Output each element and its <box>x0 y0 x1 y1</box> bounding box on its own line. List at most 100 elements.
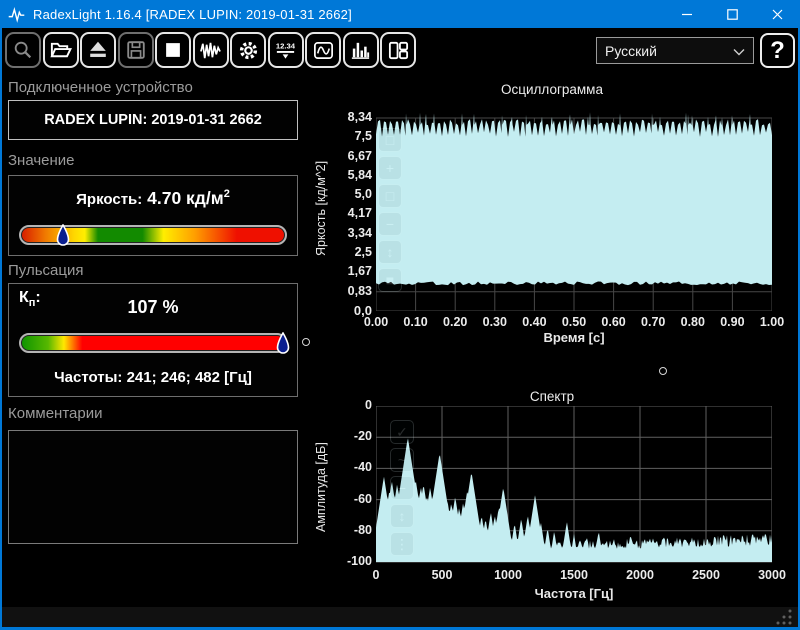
x-tick-label: 1500 <box>550 568 598 582</box>
bar-chart-icon <box>349 39 372 62</box>
reset-zoom-tool-button[interactable]: ■ <box>378 268 402 292</box>
pulsation-box: Кп: 107 % Частоты: 241; 246; 482 [Гц] <box>8 283 298 397</box>
pulsation-marker-icon <box>276 332 290 356</box>
zoom-out-tool-button[interactable]: − <box>378 212 402 236</box>
title-bar: RadexLight 1.16.4 [RADEX LUPIN: 2019-01-… <box>0 0 800 28</box>
open-folder-icon <box>49 39 72 62</box>
luminance-label: Яркость: <box>76 191 142 208</box>
luminance-scale-bar <box>19 225 287 245</box>
resize-grip[interactable] <box>762 607 794 627</box>
status-bar <box>2 607 798 627</box>
smoothing-tool-button[interactable]: ~ <box>390 448 414 472</box>
window-border-left <box>0 28 2 630</box>
spectrum-toolbar: ✓ ~ − ↕ ⋮ <box>390 420 414 556</box>
eject-icon <box>87 39 109 61</box>
help-button[interactable]: ? <box>760 33 795 68</box>
oscillogram-view-button[interactable] <box>193 32 229 68</box>
y-tick-label: 4,17 <box>306 206 372 220</box>
oscillogram-plot[interactable] <box>376 105 772 311</box>
window-title: RadexLight 1.16.4 [RADEX LUPIN: 2019-01-… <box>33 7 352 22</box>
measurement-display-button[interactable]: 12.34 <box>268 32 304 68</box>
y-tick-label: 5,0 <box>306 187 372 201</box>
spectrum-title: Спектр <box>312 389 792 404</box>
device-name: RADEX LUPIN: 2019-01-31 2662 <box>44 112 262 128</box>
zoom-button[interactable] <box>5 32 41 68</box>
spectrum-plot[interactable] <box>376 406 772 564</box>
wave-box-icon <box>312 39 335 62</box>
luminance-reading: Яркость: 4.70 кд/м2 <box>9 188 297 209</box>
x-tick-label: 2500 <box>682 568 730 582</box>
band-tool-button[interactable]: □ <box>378 184 402 208</box>
pan-tool-button[interactable]: ↕ <box>378 240 402 264</box>
comments-section-label: Комментарии <box>8 405 298 422</box>
pulsation-scale-bar <box>19 333 287 353</box>
app-window: RadexLight 1.16.4 [RADEX LUPIN: 2019-01-… <box>0 0 800 630</box>
comments-box <box>8 430 298 544</box>
layout-button[interactable] <box>380 32 416 68</box>
zoom-in-tool-button[interactable]: + <box>378 156 402 180</box>
value-section-label: Значение <box>8 152 298 169</box>
comments-input[interactable] <box>9 431 297 543</box>
stop-icon <box>162 39 184 61</box>
x-tick-label: 1000 <box>484 568 532 582</box>
help-label: ? <box>770 37 785 65</box>
x-tick-label: 1.00 <box>748 315 796 329</box>
spectrum-xlabel: Частота [Гц] <box>474 586 674 601</box>
y-tick-label: 2,5 <box>306 245 372 259</box>
device-section-label: Подключенное устройство <box>8 79 298 96</box>
luminance-value: 4.70 кд/м <box>142 188 223 208</box>
x-tick-label: 3000 <box>748 568 796 582</box>
y-tick-label: -80 <box>306 523 372 537</box>
zoom-out-tool-button[interactable]: − <box>390 476 414 500</box>
spectrum-window-button[interactable] <box>343 32 379 68</box>
y-tick-label: 1,67 <box>306 264 372 278</box>
more-tool-button[interactable]: ⋮ <box>390 532 414 556</box>
select-tool-button[interactable]: □ <box>378 128 402 152</box>
kp-value: 107 % <box>9 297 297 318</box>
panel-splitter-handle[interactable] <box>302 338 310 346</box>
check-tool-button[interactable]: ✓ <box>390 420 414 444</box>
open-file-button[interactable] <box>43 32 79 68</box>
y-tick-label: 0 <box>306 398 372 412</box>
stop-measurement-button[interactable] <box>155 32 191 68</box>
save-file-button[interactable] <box>118 32 154 68</box>
eject-device-button[interactable] <box>80 32 116 68</box>
chevron-down-icon <box>733 43 745 59</box>
y-tick-label: 0,83 <box>306 284 372 298</box>
minimize-button[interactable] <box>665 0 710 28</box>
y-tick-label: 8,34 <box>306 110 372 124</box>
pulsation-gradient <box>22 336 284 350</box>
x-tick-label: 2000 <box>616 568 664 582</box>
pan-tool-button[interactable]: ↕ <box>390 504 414 528</box>
settings-button[interactable] <box>230 32 266 68</box>
y-tick-label: 6,67 <box>306 149 372 163</box>
device-name-box: RADEX LUPIN: 2019-01-31 2662 <box>8 100 298 140</box>
waveform-window-button[interactable] <box>305 32 341 68</box>
floppy-icon <box>125 39 147 61</box>
x-tick-label: 500 <box>418 568 466 582</box>
app-icon <box>8 6 25 23</box>
oscillogram-xlabel: Время [с] <box>474 330 674 345</box>
y-tick-label: 7,5 <box>306 129 372 143</box>
language-select[interactable]: Русский <box>596 37 754 64</box>
close-button[interactable] <box>755 0 800 28</box>
magnifier-icon <box>12 39 34 61</box>
meter-icon: 12.34 <box>274 39 297 62</box>
x-tick-label: 0 <box>352 568 400 582</box>
oscillogram-toolbar: □ + □ − ↕ ■ <box>378 128 402 292</box>
y-tick-label: 3,34 <box>306 226 372 240</box>
frequencies-text: Частоты: 241; 246; 482 [Гц] <box>9 369 297 386</box>
y-tick-label: -60 <box>306 492 372 506</box>
oscillogram-title: Осциллограмма <box>312 82 792 97</box>
pulsation-section-label: Пульсация <box>8 262 298 279</box>
layout-icon <box>387 39 410 62</box>
maximize-button[interactable] <box>710 0 755 28</box>
y-tick-label: -20 <box>306 429 372 443</box>
waveform-icon <box>199 39 222 62</box>
svg-text:12.34: 12.34 <box>276 41 296 50</box>
value-box: Яркость: 4.70 кд/м2 <box>8 175 298 256</box>
luminance-unit-sup: 2 <box>224 188 230 200</box>
chart-splitter-handle[interactable] <box>659 367 667 375</box>
language-value: Русский <box>605 43 657 59</box>
y-tick-label: -100 <box>306 554 372 568</box>
